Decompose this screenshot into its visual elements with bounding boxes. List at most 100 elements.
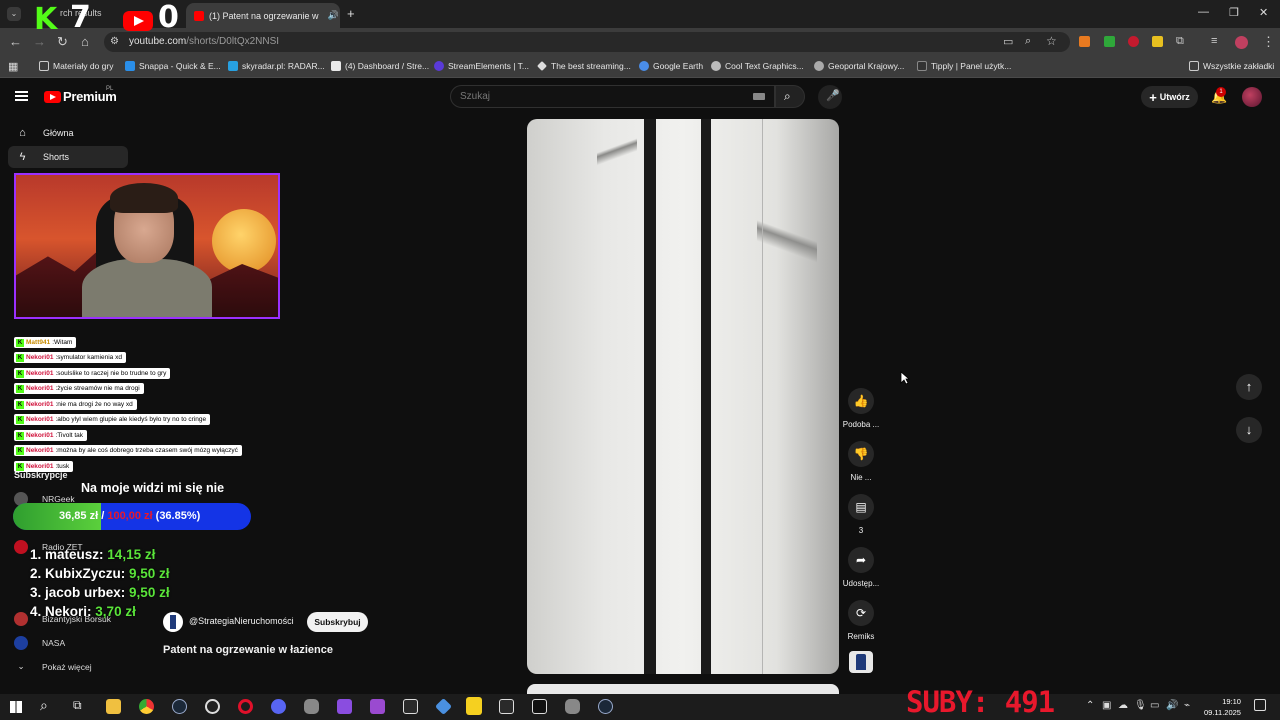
task-view-icon[interactable]: ⧉ — [73, 698, 82, 713]
clapper-icon[interactable] — [370, 699, 385, 714]
extension-hammer-icon[interactable] — [1079, 36, 1090, 47]
restore-button[interactable]: ❐ — [1229, 6, 1239, 19]
speaker-icon[interactable]: 🔊 — [328, 10, 339, 21]
search-button[interactable]: ⌕ — [775, 85, 805, 108]
tray-monitor-icon[interactable]: ▭ — [1150, 700, 1159, 711]
menu-hamburger-icon[interactable] — [15, 91, 28, 101]
microphone-button[interactable]: 🎤 — [818, 85, 842, 109]
profile-icon[interactable] — [1235, 36, 1248, 49]
zoom-icon[interactable]: ⌕ — [1025, 35, 1031, 48]
tray-network-icon[interactable]: ⌁ — [1184, 700, 1190, 711]
sidebar-label: Główna — [43, 128, 74, 138]
bookmark-label: skyradar.pl: RADAR... — [242, 61, 325, 71]
opera-icon[interactable] — [238, 699, 253, 714]
bookmark-cool-text[interactable]: Cool Text Graphics... — [711, 61, 804, 71]
search-input[interactable] — [450, 85, 775, 108]
subscribe-button[interactable]: Subskrybuj — [307, 612, 368, 632]
bookmark-skyradar[interactable]: skyradar.pl: RADAR... — [228, 61, 325, 71]
sidebar-sub-nasa[interactable]: NASA — [14, 636, 65, 650]
bookmark-dashboard[interactable]: (4) Dashboard / Stre... — [331, 61, 429, 71]
extensions-puzzle-icon[interactable]: ⧉ — [1176, 35, 1184, 48]
steam-icon[interactable] — [598, 699, 613, 714]
bookmark-tipply[interactable]: Tipply | Panel użytk... — [917, 61, 1011, 71]
sidebar-label: Shorts — [43, 152, 70, 162]
top-donor: 1. mateusz: 14,15 zł — [30, 547, 155, 562]
bookmark-folder-materialy[interactable]: Materiały do gry — [39, 61, 113, 71]
windows-start-icon[interactable] — [10, 701, 22, 713]
epic-games-icon[interactable] — [403, 699, 418, 714]
bookmark-google-earth[interactable]: Google Earth — [639, 61, 703, 71]
keyboard-icon[interactable] — [753, 93, 765, 100]
menu-kebab-icon[interactable]: ⋮ — [1262, 34, 1275, 50]
previous-short-button[interactable]: ↑ — [1236, 374, 1262, 400]
audio-track-thumbnail[interactable] — [849, 651, 873, 673]
taskbar-search-icon[interactable]: ⌕ — [40, 697, 48, 714]
tray-chevron-icon[interactable]: ⌃ — [1086, 700, 1094, 711]
reload-icon[interactable]: ↻ — [57, 34, 68, 50]
chrome-icon[interactable] — [139, 699, 154, 714]
tab-active[interactable]: (1) Patent na ogrzewanie w 🔊 ✕ — [186, 3, 340, 28]
tray-mic-icon[interactable]: 🎙 — [1134, 700, 1147, 711]
bookmark-star-icon[interactable]: ☆ — [1046, 34, 1057, 48]
bookmark-streamelements[interactable]: StreamElements | T... — [434, 61, 529, 71]
tab-search-icon[interactable]: ⌄ — [7, 7, 21, 21]
tray-app-icon[interactable]: ▣ — [1102, 700, 1111, 711]
notification-badge: 1 — [1216, 87, 1226, 97]
youtube-logo-icon[interactable] — [44, 91, 61, 103]
sticky-notes-icon[interactable] — [466, 697, 482, 715]
remix-label: Remiks — [847, 632, 875, 641]
extension-download-icon[interactable] — [1104, 36, 1115, 47]
account-avatar[interactable] — [1242, 87, 1262, 107]
cast-icon[interactable]: ▭ — [1003, 35, 1013, 48]
file-explorer-icon[interactable] — [106, 699, 121, 714]
bookmark-snappa[interactable]: Snappa - Quick & E... — [125, 61, 221, 71]
bookmark-label: Google Earth — [653, 61, 704, 71]
home-icon[interactable]: ⌂ — [81, 34, 89, 49]
media-icon[interactable]: ≡ — [1211, 35, 1217, 47]
extension-red-icon[interactable] — [1128, 36, 1139, 47]
sub-label: NASA — [42, 638, 66, 648]
comments-button[interactable]: ▤ 3 — [840, 494, 882, 535]
tray-volume-icon[interactable]: 🔊 — [1166, 700, 1178, 711]
minimize-button[interactable]: — — [1198, 6, 1209, 18]
sidebar-item-shorts[interactable]: ϟ Shorts — [8, 146, 128, 168]
rockstar-icon[interactable] — [532, 699, 547, 714]
short-video-player[interactable] — [527, 119, 839, 674]
notifications-icon[interactable] — [1254, 699, 1266, 711]
chat-text: symulator kamienia xd — [57, 354, 122, 361]
close-window-button[interactable]: ✕ — [1259, 6, 1268, 19]
tray-cloud-icon[interactable]: ☁ — [1118, 700, 1128, 711]
folder-icon — [1189, 61, 1199, 71]
bookmark-geoportal[interactable]: Geoportal Krajowy... — [814, 61, 904, 71]
channel-avatar[interactable] — [163, 612, 183, 632]
sidebar-item-home[interactable]: ⌂ Główna — [8, 122, 128, 144]
remix-button[interactable]: ⟳ Remiks — [840, 600, 882, 641]
url-text: youtube.com/shorts/D0ltQx2NNSI — [129, 36, 279, 47]
show-more[interactable]: ⌄ Pokaż więcej — [14, 661, 91, 672]
back-icon[interactable]: ← — [9, 34, 22, 49]
controller-icon[interactable] — [565, 699, 580, 714]
channel-name[interactable]: @StrategiaNieruchomości — [189, 616, 294, 626]
share-button[interactable]: ➦ Udostęp... — [840, 547, 882, 588]
controller-icon[interactable] — [304, 699, 319, 714]
apps-grid-icon[interactable]: ▦ — [8, 60, 18, 73]
search-icon: ⌕ — [784, 89, 791, 103]
extension-yellow-icon[interactable] — [1152, 36, 1163, 47]
bookmark-best-streaming[interactable]: The best streaming... — [537, 61, 631, 71]
steam-icon[interactable] — [172, 699, 187, 714]
site-info-icon[interactable]: ⚙ — [110, 36, 119, 47]
create-button[interactable]: + Utwórz — [1141, 86, 1198, 108]
dislike-button[interactable]: 👎 Nie ... — [840, 441, 882, 482]
channel-avatar — [14, 540, 28, 554]
arrow-up-icon: ↑ — [1245, 379, 1253, 394]
taskbar-clock[interactable]: 19:10 09.11.2025 — [1204, 696, 1241, 718]
next-short-button[interactable]: ↓ — [1236, 417, 1262, 443]
visual-studio-icon[interactable] — [337, 699, 352, 714]
remix-icon: ⟳ — [848, 600, 874, 626]
new-tab-button[interactable]: + — [347, 6, 355, 21]
epic-games-icon[interactable] — [499, 699, 514, 714]
obs-icon[interactable] — [205, 699, 220, 714]
like-button[interactable]: 👍 Podoba ... — [840, 388, 882, 429]
discord-icon[interactable] — [271, 699, 286, 714]
all-bookmarks[interactable]: Wszystkie zakładki — [1189, 61, 1274, 71]
